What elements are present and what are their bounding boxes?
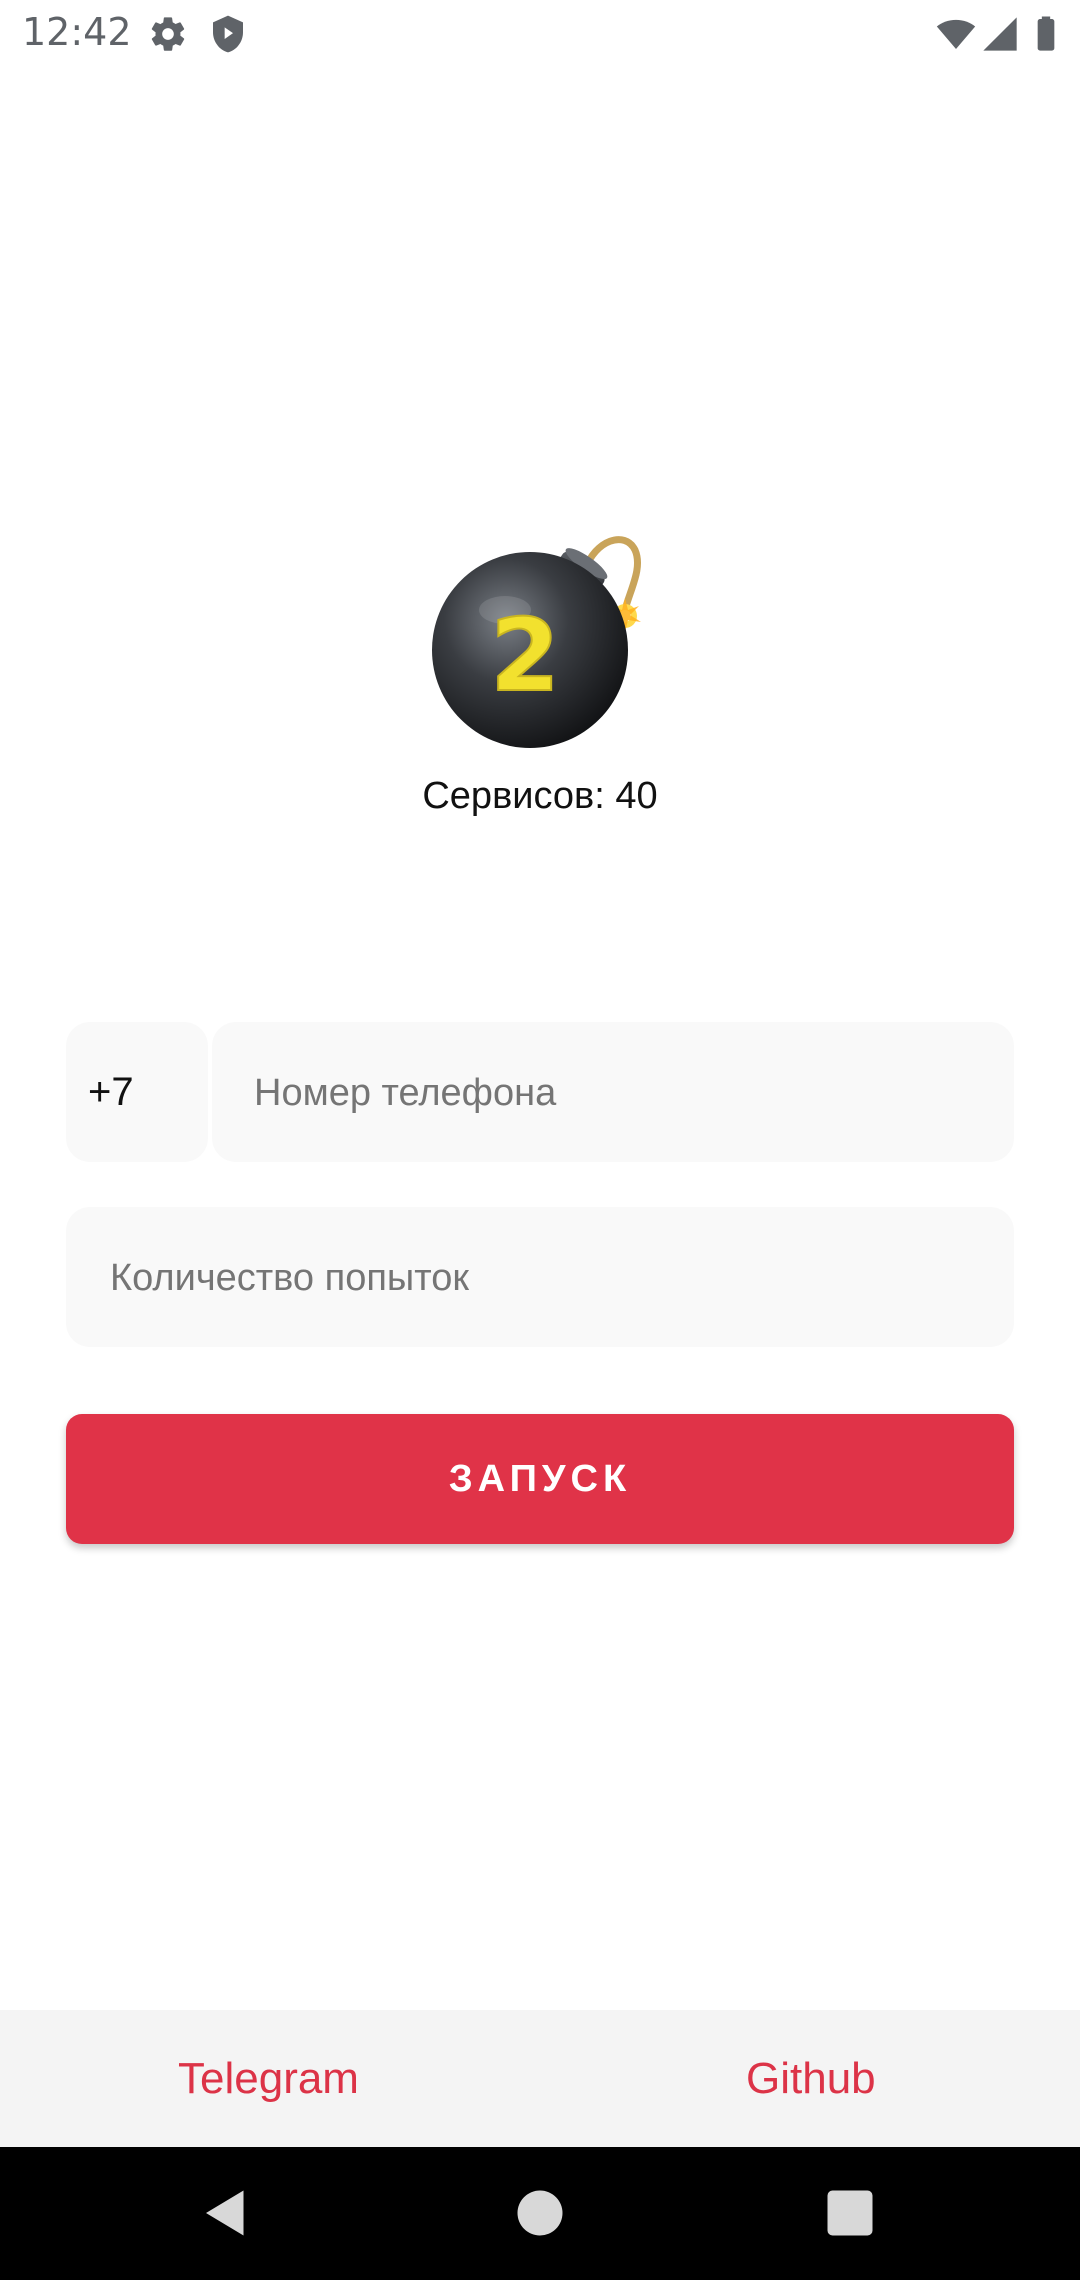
status-bar: 12:42 xyxy=(0,0,1080,66)
bomb-icon: 2 xyxy=(432,536,642,748)
services-count: Сервисов: 40 xyxy=(422,775,658,817)
country-code-field[interactable]: +7 xyxy=(66,1022,208,1162)
github-link[interactable]: Github xyxy=(746,2054,876,2104)
recents-icon[interactable] xyxy=(820,2183,880,2243)
attempts-field[interactable] xyxy=(66,1207,1014,1347)
phone-field[interactable] xyxy=(212,1022,1014,1162)
footer-links: Telegram Github xyxy=(0,2010,1080,2147)
home-icon[interactable] xyxy=(510,2183,570,2243)
signal-icon xyxy=(983,17,1017,51)
navigation-bar xyxy=(0,2147,1080,2280)
phone-input[interactable] xyxy=(254,1072,954,1115)
gear-icon xyxy=(151,17,185,51)
shield-icon xyxy=(213,15,243,53)
back-icon[interactable] xyxy=(196,2183,256,2243)
attempts-input[interactable] xyxy=(110,1257,810,1300)
telegram-link[interactable]: Telegram xyxy=(178,2054,359,2104)
launch-button[interactable]: ЗАПУСК xyxy=(66,1414,1014,1544)
country-code-text: +7 xyxy=(88,1070,134,1114)
wifi-icon xyxy=(936,19,976,49)
battery-icon xyxy=(1037,16,1055,51)
bomb-number: 2 xyxy=(490,597,560,714)
status-time: 12:42 xyxy=(22,10,132,54)
